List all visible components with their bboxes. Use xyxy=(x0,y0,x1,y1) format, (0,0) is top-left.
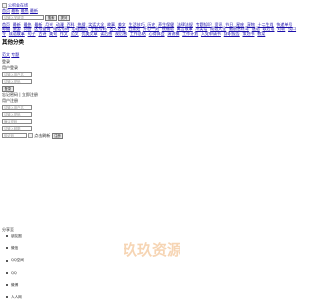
nav-link[interactable]: 作文 xyxy=(60,31,68,36)
search-button[interactable]: 搜索 xyxy=(45,15,57,21)
top-link[interactable]: 最新 xyxy=(30,8,38,13)
tab-fanwen[interactable]: 范文 xyxy=(2,52,10,57)
nav-link[interactable]: 心得体会 xyxy=(149,31,165,36)
login-links[interactable]: 忘记密码 | 立即注册 xyxy=(2,92,38,98)
ask-button[interactable]: 提问 xyxy=(58,15,70,21)
register-button[interactable]: 注册 xyxy=(51,133,64,139)
share-list: 朋友圈 微信 QQ空间 QQ 微博 人人网 xyxy=(6,234,24,307)
category-nav: 首页 最新 最热 最新 月光 动漫 百科 热搜 笑话大全 故事 美文 生活技巧 … xyxy=(2,22,298,36)
nav-link[interactable]: 工作计划 xyxy=(182,31,198,36)
login-subheading: 用户登录 xyxy=(2,65,18,70)
login-button[interactable]: 登录 xyxy=(2,86,14,92)
nav-link[interactable]: 优美文章 xyxy=(81,31,97,36)
nav-link[interactable]: 对联 xyxy=(277,26,285,31)
share-item-wechat[interactable]: 微信 xyxy=(6,246,24,258)
nav-link[interactable]: 美句 xyxy=(49,31,57,36)
nav-link[interactable]: 句子 xyxy=(28,31,36,36)
watermark-logo: 玖玖资源 xyxy=(124,241,180,259)
nav-link[interactable]: 观后感 xyxy=(115,31,127,36)
share-item-qq[interactable]: QQ xyxy=(6,271,24,283)
nav-link[interactable]: 工作总结 xyxy=(130,31,146,36)
watermark-text: 玖玖资源 xyxy=(124,241,180,259)
nav-link[interactable]: 成语故事 xyxy=(9,31,25,36)
register-password-field[interactable]: 请输入密码 xyxy=(2,112,32,117)
top-link[interactable]: 最新 xyxy=(11,8,19,13)
captcha-alt-text: 点击刷新 xyxy=(34,132,51,138)
nav-link[interactable]: 入党申请书 xyxy=(201,31,221,36)
share-item-moments[interactable]: 朋友圈 xyxy=(6,234,24,246)
nav-link[interactable]: 范文 xyxy=(71,31,79,36)
top-link[interactable]: 首页 xyxy=(2,8,10,13)
register-confirm-field[interactable]: 确认密码 xyxy=(2,119,32,124)
share-title: 分享至 xyxy=(2,227,14,232)
section-title: 其他分类 xyxy=(2,40,25,46)
logo-alt-text: 公积金在线 xyxy=(8,2,28,8)
login-heading: 登录 xyxy=(2,59,10,64)
nav-link[interactable]: 策划书 xyxy=(243,31,255,36)
top-links: 首页 最新 最热 最新 xyxy=(2,8,38,14)
register-heading: 用户注册 xyxy=(2,98,18,103)
share-item-qzone[interactable]: QQ空间 xyxy=(6,258,24,270)
share-item-weibo[interactable]: 微博 xyxy=(6,283,24,295)
tab-zhuanti[interactable]: 专题 xyxy=(11,52,19,57)
tab-bar: 范文 专题 xyxy=(2,52,19,58)
captcha-image[interactable]: 点击刷新 xyxy=(28,132,51,139)
nav-link[interactable]: 辞职报告 xyxy=(224,31,240,36)
nav-link[interactable]: 读后感 xyxy=(100,31,112,36)
nav-link[interactable]: 演讲稿 xyxy=(167,31,179,36)
register-username-field[interactable]: 请输入用户名 xyxy=(2,105,32,110)
register-email-field[interactable]: 请输入邮箱 xyxy=(2,126,32,131)
broken-image-icon xyxy=(28,133,34,139)
share-item-renren[interactable]: 人人网 xyxy=(6,295,24,307)
top-link[interactable]: 最热 xyxy=(21,8,29,13)
nav-link[interactable]: 教案 xyxy=(257,31,265,36)
search-input[interactable]: 请输入关键词 xyxy=(2,15,44,21)
login-password-field[interactable]: 请输入密码 xyxy=(2,79,32,84)
search-bar: 请输入关键词 搜索 提问 xyxy=(2,15,70,21)
login-username-field[interactable]: 请输入用户名 xyxy=(2,72,32,77)
nav-link[interactable]: 古诗 xyxy=(38,31,46,36)
register-code-field[interactable]: 验证码 xyxy=(2,133,27,139)
